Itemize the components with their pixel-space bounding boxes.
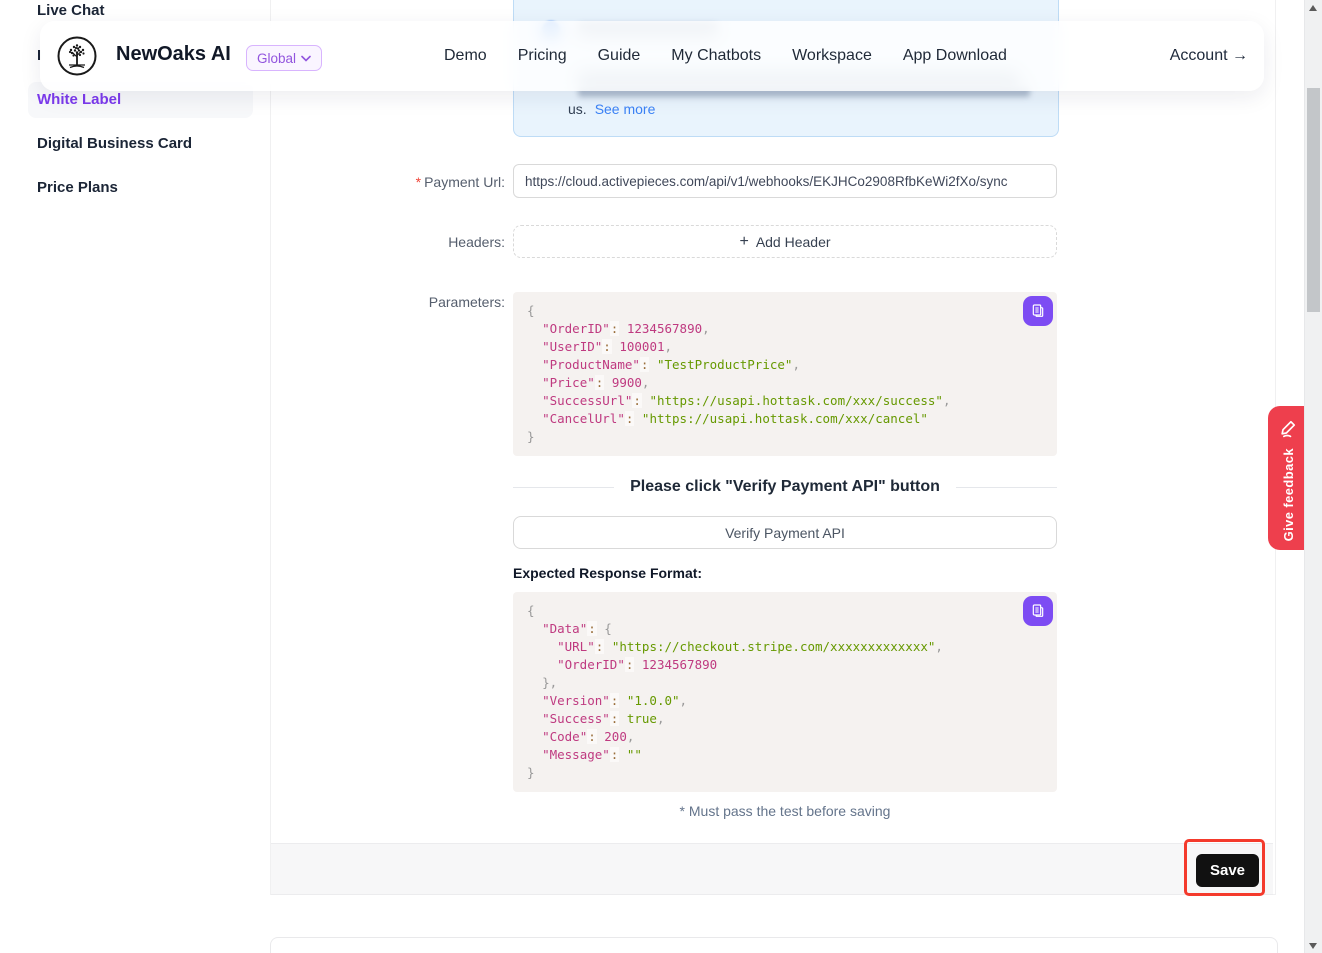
nav-links: Demo Pricing Guide My Chatbots Workspace… — [444, 21, 1007, 91]
newoaks-logo-icon — [57, 36, 97, 76]
nav-link-demo[interactable]: Demo — [444, 47, 487, 65]
parameters-json: { "OrderID": 1234567890, "UserID": 10000… — [513, 292, 1057, 456]
chevron-down-icon — [301, 55, 311, 62]
add-header-button[interactable]: + Add Header — [513, 225, 1057, 258]
save-button[interactable]: Save — [1196, 854, 1259, 887]
nav-link-workspace[interactable]: Workspace — [792, 47, 872, 65]
nav-link-guide[interactable]: Guide — [598, 47, 641, 65]
verify-hint-divider: Please click "Verify Payment API" button — [513, 478, 1057, 496]
verify-hint-text: Please click "Verify Payment API" button — [630, 478, 940, 496]
see-more-link[interactable]: See more — [595, 101, 656, 117]
account-link[interactable]: Account → — [1170, 21, 1248, 91]
nav-link-my-chatbots[interactable]: My Chatbots — [671, 47, 761, 65]
next-section-card — [270, 937, 1278, 953]
copy-icon[interactable] — [1023, 296, 1053, 326]
parameters-label: Parameters: — [330, 294, 505, 310]
expected-response-label: Expected Response Format: — [513, 565, 702, 581]
scroll-down-arrow-icon[interactable] — [1309, 943, 1317, 949]
verify-payment-api-button[interactable]: Verify Payment API — [513, 516, 1057, 549]
plus-icon: + — [739, 234, 748, 250]
save-annotation-box: Save — [1184, 839, 1265, 896]
give-feedback-tab[interactable]: Give feedback — [1268, 406, 1308, 550]
headers-label: Headers: — [330, 234, 505, 250]
payment-url-input[interactable] — [513, 164, 1057, 198]
white-label-settings-page: Live Chat I White Label Digital Business… — [0, 0, 1322, 953]
reminder-text: us. — [568, 101, 587, 117]
parameters-code-block: { "OrderID": 1234567890, "UserID": 10000… — [513, 292, 1057, 456]
card-footer — [271, 843, 1273, 895]
copy-icon[interactable] — [1023, 596, 1053, 626]
must-pass-note: * Must pass the test before saving — [513, 803, 1057, 819]
sidebar-item-price-plans[interactable]: Price Plans — [37, 179, 118, 196]
vertical-scrollbar[interactable] — [1304, 0, 1322, 953]
nav-link-app-download[interactable]: App Download — [903, 47, 1007, 65]
nav-link-pricing[interactable]: Pricing — [518, 47, 567, 65]
scroll-up-arrow-icon[interactable] — [1309, 5, 1317, 11]
sidebar-item-white-label[interactable]: White Label — [37, 91, 121, 108]
sidebar-item-digital-business-card[interactable]: Digital Business Card — [37, 135, 192, 152]
sidebar-item-live-chat[interactable]: Live Chat — [37, 2, 105, 19]
pencil-icon — [1278, 418, 1298, 438]
expected-response-code-block: { "Data": { "URL": "https://checkout.str… — [513, 592, 1057, 792]
top-navbar: NewOaks AI Global Demo Pricing Guide My … — [40, 21, 1264, 91]
give-feedback-label: Give feedback — [1281, 448, 1296, 541]
expected-response-json: { "Data": { "URL": "https://checkout.str… — [513, 592, 1057, 792]
scrollbar-thumb[interactable] — [1307, 88, 1320, 312]
brand-name[interactable]: NewOaks AI — [116, 43, 231, 66]
region-selector[interactable]: Global — [246, 45, 322, 71]
required-asterisk: * — [416, 174, 421, 190]
payment-url-label: *Payment Url: — [330, 174, 505, 190]
